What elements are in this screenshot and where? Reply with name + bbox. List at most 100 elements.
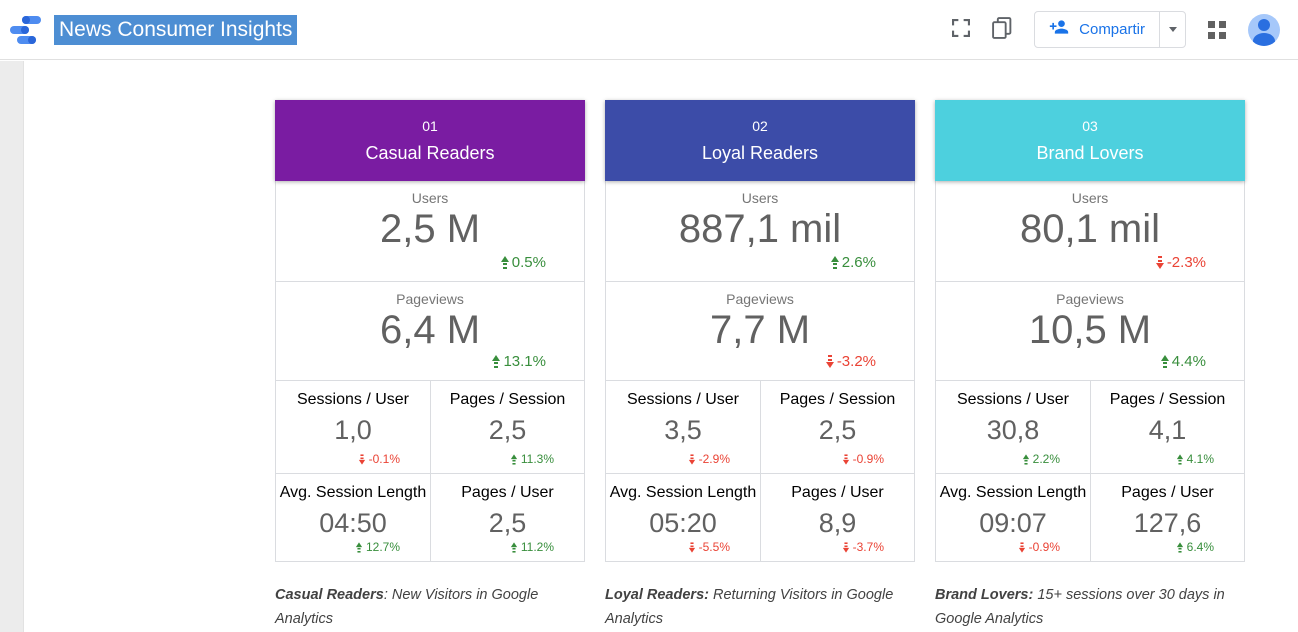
- report-canvas: 01 Casual Readers Users 2,5 M 0.5% Pagev…: [0, 61, 1298, 632]
- metric-change: 13.1%: [492, 353, 546, 370]
- metric-users: Users 80,1 mil -2.3%: [936, 181, 1244, 281]
- metric-avg-session-length: Avg. Session Length 05:20 -5.5%: [606, 474, 760, 561]
- apps-grid-icon[interactable]: [1208, 21, 1226, 39]
- metric-label: Sessions / User: [276, 391, 430, 409]
- metric-label: Users: [936, 190, 1244, 206]
- trend-arrow-icon: [689, 542, 695, 552]
- trend-arrow-icon: [511, 454, 517, 464]
- metric-label: Users: [276, 190, 584, 206]
- metric-change: -3.2%: [826, 353, 876, 370]
- trend-arrow-icon: [1161, 355, 1169, 368]
- looker-studio-viewer: News Consumer Insights: [0, 0, 1298, 632]
- metric-users: Users 887,1 mil 2.6%: [606, 181, 914, 281]
- card-title: Brand Lovers: [935, 143, 1245, 164]
- looker-studio-logo-icon[interactable]: [8, 12, 44, 48]
- metric-change: -5.5%: [688, 540, 730, 554]
- metric-avg-session-length: Avg. Session Length 04:50 12.7%: [276, 474, 430, 561]
- trend-arrow-icon: [831, 256, 839, 269]
- metric-pages-per-user: Pages / User 127,6 6.4%: [1090, 474, 1244, 561]
- toolbar-actions: Compartir: [952, 11, 1286, 48]
- metric-change: 2.2%: [1022, 452, 1060, 466]
- person-add-icon: [1049, 17, 1069, 42]
- top-toolbar: News Consumer Insights: [0, 0, 1298, 60]
- metric-sessions-per-user: Sessions / User 1,0 -0.1%: [276, 381, 430, 473]
- card-header: 01 Casual Readers: [275, 100, 585, 181]
- fullscreen-button[interactable]: [952, 19, 970, 40]
- trend-arrow-icon: [843, 542, 849, 552]
- metric-change: 4.4%: [1161, 353, 1206, 370]
- metric-change: -2.3%: [1156, 254, 1206, 271]
- metric-change: -3.7%: [842, 540, 884, 554]
- metric-value: 05:20: [606, 508, 760, 539]
- metric-value: 2,5: [431, 508, 584, 539]
- metric-value: 1,0: [276, 415, 430, 446]
- metric-row: Sessions / User 3,5 -2.9% Pages / Sessio…: [606, 380, 914, 473]
- card-title: Casual Readers: [275, 143, 585, 164]
- avatar-person-icon: [1258, 19, 1270, 31]
- chevron-down-icon: [1169, 27, 1177, 32]
- metric-pages-per-user: Pages / User 2,5 11.2%: [430, 474, 584, 561]
- card-header: 02 Loyal Readers: [605, 100, 915, 181]
- trend-arrow-icon: [492, 355, 500, 368]
- trend-arrow-icon: [501, 256, 509, 269]
- report-title[interactable]: News Consumer Insights: [54, 15, 297, 45]
- metric-pages-per-session: Pages / Session 4,1 4.1%: [1090, 381, 1244, 473]
- trend-arrow-icon: [689, 454, 695, 464]
- metric-pages-per-session: Pages / Session 2,5 11.3%: [430, 381, 584, 473]
- user-avatar[interactable]: [1248, 14, 1280, 46]
- metric-label: Sessions / User: [606, 391, 760, 409]
- fullscreen-icon: [952, 19, 970, 40]
- metric-change: -0.9%: [842, 452, 884, 466]
- metric-label: Pages / Session: [1091, 391, 1244, 409]
- metric-label: Pages / User: [1091, 484, 1244, 502]
- metric-label: Pageviews: [936, 291, 1244, 307]
- metric-label: Pages / User: [431, 484, 584, 502]
- trend-arrow-icon: [1023, 454, 1029, 464]
- metric-sessions-per-user: Sessions / User 3,5 -2.9%: [606, 381, 760, 473]
- metric-pageviews: Pageviews 10,5 M 4.4%: [936, 281, 1244, 380]
- scorecard-loyal-readers: 02 Loyal Readers Users 887,1 mil 2.6% Pa…: [605, 100, 915, 562]
- trend-arrow-icon: [1156, 256, 1164, 269]
- copy-report-button[interactable]: [992, 17, 1012, 42]
- scorecard-brand-lovers: 03 Brand Lovers Users 80,1 mil -2.3% Pag…: [935, 100, 1245, 562]
- card-header: 03 Brand Lovers: [935, 100, 1245, 181]
- metric-change: 11.3%: [510, 452, 554, 466]
- metric-value: 2,5: [431, 415, 584, 446]
- metric-value: 887,1 mil: [606, 207, 914, 251]
- card-number: 03: [935, 118, 1245, 134]
- trend-arrow-icon: [1177, 542, 1183, 552]
- metric-value: 10,5 M: [936, 308, 1244, 352]
- metric-label: Pageviews: [606, 291, 914, 307]
- metric-change: 2.6%: [831, 254, 876, 271]
- footnote-casual-readers: Casual Readers: New Visitors in Google A…: [275, 583, 577, 631]
- metric-row: Avg. Session Length 05:20 -5.5% Pages / …: [606, 473, 914, 561]
- trend-arrow-icon: [1019, 542, 1025, 552]
- trend-arrow-icon: [826, 355, 834, 368]
- metric-label: Avg. Session Length: [936, 484, 1090, 502]
- metric-label: Pages / Session: [761, 391, 914, 409]
- share-button-label: Compartir: [1079, 21, 1145, 38]
- metric-label: Pageviews: [276, 291, 584, 307]
- trend-arrow-icon: [359, 454, 365, 464]
- share-button[interactable]: Compartir: [1034, 11, 1186, 48]
- metric-value: 127,6: [1091, 508, 1244, 539]
- metric-value: 2,5: [761, 415, 914, 446]
- footnote-brand-lovers: Brand Lovers: 15+ sessions over 30 days …: [935, 583, 1237, 631]
- metric-change: -0.9%: [1018, 540, 1060, 554]
- trend-arrow-icon: [511, 542, 517, 552]
- metric-label: Avg. Session Length: [606, 484, 760, 502]
- metric-row: Avg. Session Length 04:50 12.7% Pages / …: [276, 473, 584, 561]
- metric-change: 4.1%: [1176, 452, 1214, 466]
- metric-value: 30,8: [936, 415, 1090, 446]
- share-button-main[interactable]: Compartir: [1035, 17, 1159, 42]
- metric-value: 2,5 M: [276, 207, 584, 251]
- card-title: Loyal Readers: [605, 143, 915, 164]
- metric-change: 6.4%: [1176, 540, 1214, 554]
- scorecard-casual-readers: 01 Casual Readers Users 2,5 M 0.5% Pagev…: [275, 100, 585, 562]
- share-dropdown-toggle[interactable]: [1159, 12, 1185, 47]
- metric-row: Sessions / User 30,8 2.2% Pages / Sessio…: [936, 380, 1244, 473]
- metric-row: Sessions / User 1,0 -0.1% Pages / Sessio…: [276, 380, 584, 473]
- metric-label: Avg. Session Length: [276, 484, 430, 502]
- card-number: 02: [605, 118, 915, 134]
- canvas-gutter: [0, 61, 24, 632]
